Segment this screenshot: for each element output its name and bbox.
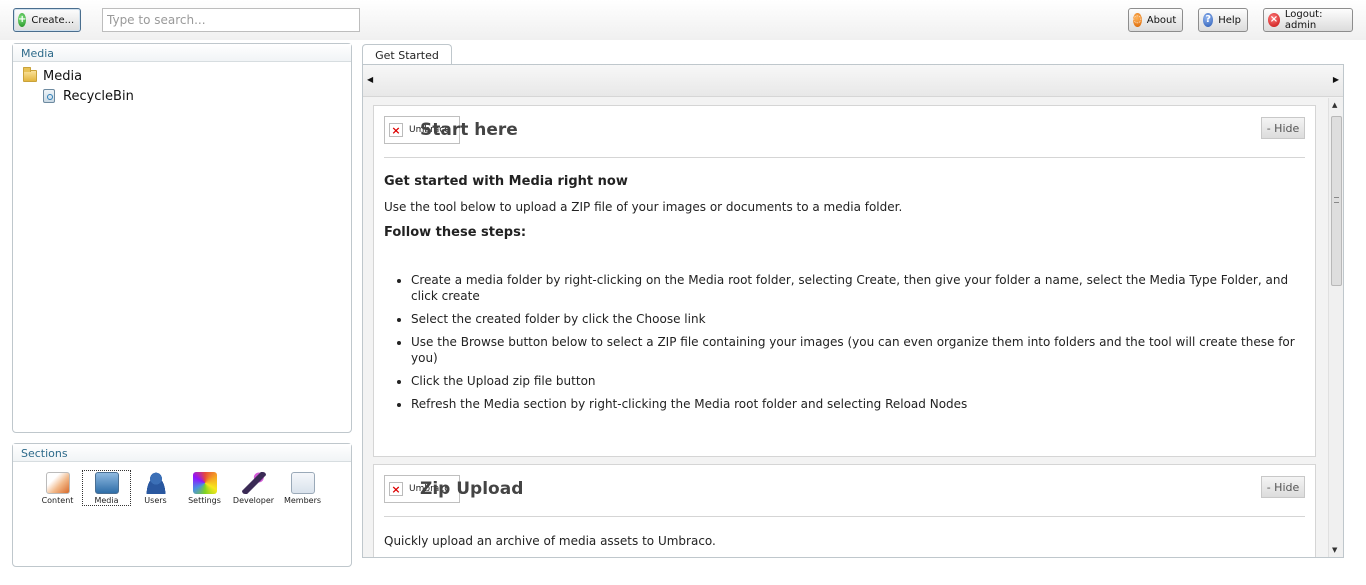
- dashboard-frame: ◀ ▶ × Umbraco Start here - Hide Get star…: [362, 64, 1344, 558]
- users-icon: [143, 472, 168, 494]
- scroll-down-icon[interactable]: ▼: [1332, 546, 1337, 554]
- section-settings[interactable]: Settings: [180, 470, 229, 506]
- hide-button[interactable]: - Hide: [1261, 117, 1305, 139]
- tree-item-media[interactable]: Media: [23, 66, 351, 86]
- search-input[interactable]: [102, 8, 360, 32]
- section-label: Members: [283, 496, 322, 505]
- steps-list: Create a media folder by right-clicking …: [384, 272, 1305, 412]
- help-button[interactable]: ? Help: [1198, 8, 1248, 32]
- developer-icon: [241, 472, 266, 494]
- help-button-label: Help: [1218, 14, 1241, 26]
- list-item: Use the Browse button below to select a …: [411, 334, 1305, 366]
- scrollbar-thumb[interactable]: [1331, 116, 1342, 286]
- start-here-header: × Umbraco Start here - Hide: [384, 106, 1305, 158]
- top-toolbar: + Create... ◌ About ? Help × Logout: adm…: [0, 0, 1366, 40]
- list-item: Select the created folder by click the C…: [411, 311, 1305, 327]
- scroll-up-icon[interactable]: ▲: [1332, 101, 1337, 109]
- start-here-box: × Umbraco Start here - Hide Get started …: [373, 105, 1316, 457]
- zip-upload-body: Quickly upload an archive of media asset…: [374, 517, 1315, 549]
- list-item: Refresh the Media section by right-click…: [411, 396, 1305, 412]
- media-panel-title: Media: [13, 44, 351, 62]
- scroll-left-icon[interactable]: ◀: [367, 75, 373, 84]
- section-members[interactable]: Members: [278, 470, 327, 506]
- recycle-bin-icon: [43, 89, 55, 103]
- start-here-title: Start here: [420, 120, 518, 140]
- sections-panel-title: Sections: [13, 444, 351, 462]
- broken-image-icon: ×: [389, 482, 403, 496]
- media-icon: [94, 472, 119, 494]
- zip-upload-text: Quickly upload an archive of media asset…: [384, 534, 716, 548]
- broken-image-icon: ×: [389, 123, 403, 137]
- zip-upload-header: × Umbraco Zip Upload - Hide: [384, 465, 1305, 517]
- steps-heading: Follow these steps:: [384, 225, 527, 240]
- dashboard-scroll-area: × Umbraco Start here - Hide Get started …: [363, 98, 1343, 557]
- grip-icon: [1334, 197, 1339, 203]
- media-tree-panel: Media Media RecycleBin: [12, 43, 352, 433]
- zip-upload-title: Zip Upload: [420, 479, 524, 499]
- section-content[interactable]: Content: [33, 470, 82, 506]
- logout-button[interactable]: × Logout: admin: [1263, 8, 1353, 32]
- hide-button[interactable]: - Hide: [1261, 476, 1305, 498]
- tree-item-label: RecycleBin: [63, 88, 134, 104]
- about-button[interactable]: ◌ About: [1128, 8, 1183, 32]
- section-media[interactable]: Media: [82, 470, 131, 506]
- logout-icon: ×: [1268, 13, 1280, 27]
- media-tree: Media RecycleBin: [13, 62, 351, 106]
- list-item: Create a media folder by right-clicking …: [411, 272, 1305, 304]
- members-icon: [290, 472, 315, 494]
- tree-item-recyclebin[interactable]: RecycleBin: [23, 86, 351, 106]
- sections-panel: Sections Content Media Users Settings De…: [12, 443, 352, 567]
- folder-icon: [23, 67, 37, 82]
- section-label: Developer: [232, 496, 275, 505]
- settings-icon: [192, 472, 217, 494]
- section-list: Content Media Users Settings Developer M…: [13, 462, 351, 506]
- scroll-right-icon[interactable]: ▶: [1333, 75, 1339, 84]
- list-item: Click the Upload zip file button: [411, 373, 1305, 389]
- tab-nav-strip: ◀ ▶: [363, 65, 1343, 97]
- about-button-label: About: [1146, 14, 1177, 26]
- vertical-scrollbar[interactable]: ▲ ▼: [1328, 98, 1343, 557]
- logout-button-label: Logout: admin: [1284, 9, 1323, 31]
- power-icon: ◌: [1133, 13, 1142, 27]
- section-users[interactable]: Users: [131, 470, 180, 506]
- help-icon: ?: [1203, 13, 1214, 27]
- tab-get-started[interactable]: Get Started: [362, 44, 452, 66]
- section-label: Content: [41, 496, 74, 505]
- section-label: Settings: [188, 496, 221, 505]
- start-here-body: Get started with Media right now Use the…: [374, 158, 1315, 412]
- start-heading: Get started with Media right now: [384, 174, 628, 189]
- create-button-label: Create...: [31, 14, 75, 26]
- tree-item-label: Media: [43, 68, 83, 84]
- zip-upload-box: × Umbraco Zip Upload - Hide Quickly uplo…: [373, 464, 1316, 557]
- section-label: Users: [144, 496, 167, 505]
- section-developer[interactable]: Developer: [229, 470, 278, 506]
- content-icon: [45, 472, 70, 494]
- create-button[interactable]: + Create...: [13, 8, 81, 32]
- start-intro: Use the tool below to upload a ZIP file …: [384, 200, 903, 214]
- tab-strip: Get Started: [362, 44, 1344, 66]
- section-label: Media: [94, 496, 119, 505]
- plus-icon: +: [18, 13, 27, 27]
